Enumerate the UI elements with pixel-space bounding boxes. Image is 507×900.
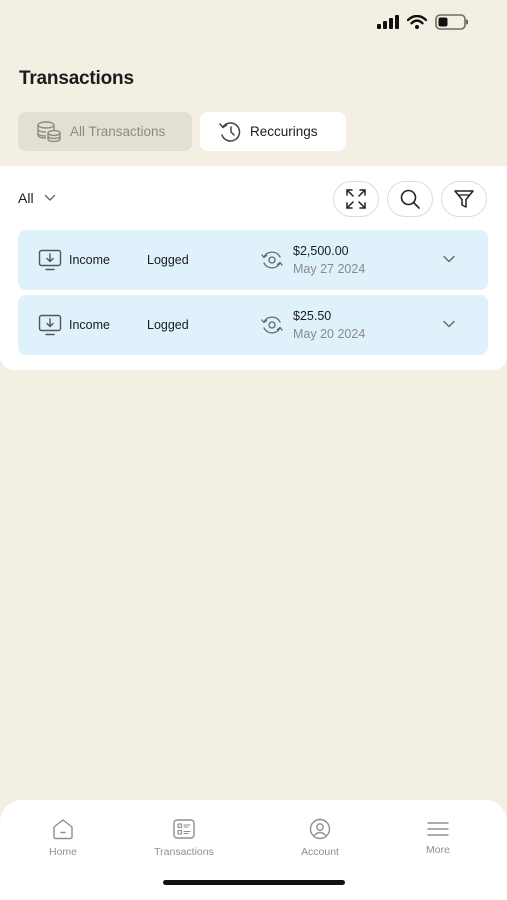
stack-coins-icon	[37, 120, 61, 142]
expand-icon	[346, 189, 366, 209]
transaction-card[interactable]: Income Logged $25.50 May 20 2024	[18, 295, 488, 355]
home-indicator	[163, 880, 345, 885]
account-icon	[309, 818, 331, 840]
nav-label-more: More	[426, 844, 450, 856]
tab-reccurings[interactable]: Reccurings	[200, 112, 346, 151]
transaction-type: Income	[69, 253, 110, 267]
menu-icon	[427, 822, 449, 836]
transaction-card[interactable]: Income Logged $2,500.00 May 27 2024	[18, 230, 488, 290]
search-icon	[400, 189, 420, 209]
income-icon	[38, 314, 62, 336]
recurring-eye-icon	[261, 316, 283, 334]
page-title: Transactions	[19, 68, 134, 89]
expand-button[interactable]	[333, 181, 379, 217]
tab-bar: All Transactions Reccurings	[18, 112, 346, 151]
transaction-amount: $25.50	[293, 309, 332, 323]
tab-all-transactions[interactable]: All Transactions	[18, 112, 192, 151]
filter-row: All	[0, 166, 507, 228]
tab-all-transactions-label: All Transactions	[70, 124, 166, 139]
nav-label-transactions: Transactions	[154, 846, 214, 858]
nav-item-account[interactable]: Account	[275, 818, 365, 858]
filter-dropdown-value: All	[18, 190, 34, 206]
transaction-amount: $2,500.00	[293, 244, 349, 258]
signal-icon	[377, 15, 399, 29]
filter-icon	[454, 190, 474, 208]
chevron-down-icon[interactable]	[442, 254, 456, 264]
transaction-date: May 20 2024	[293, 327, 366, 341]
home-icon	[53, 819, 73, 840]
filter-button[interactable]	[441, 181, 487, 217]
nav-label-account: Account	[301, 846, 339, 858]
nav-item-home[interactable]: Home	[18, 818, 108, 858]
transaction-date: May 27 2024	[293, 262, 366, 276]
filter-dropdown[interactable]: All	[18, 190, 56, 206]
wifi-icon	[407, 15, 427, 29]
chevron-down-icon	[44, 194, 55, 201]
bottom-nav: Home Transactions Account More	[0, 800, 507, 900]
nav-item-more[interactable]: More	[393, 818, 483, 856]
tab-reccurings-label: Reccurings	[250, 124, 318, 139]
chevron-down-icon[interactable]	[442, 319, 456, 329]
income-icon	[38, 249, 62, 271]
transactions-panel: All Income Logged $2,500.00 May 27 2024 …	[0, 166, 507, 370]
status-icons	[377, 14, 469, 30]
battery-icon	[435, 14, 468, 30]
recurring-eye-icon	[261, 251, 283, 269]
transaction-status: Logged	[147, 253, 189, 267]
history-icon	[219, 121, 241, 142]
status-bar	[0, 0, 507, 50]
nav-item-transactions[interactable]: Transactions	[139, 818, 229, 858]
nav-label-home: Home	[48, 846, 77, 858]
transactions-icon	[173, 819, 195, 839]
transaction-type: Income	[69, 318, 110, 332]
search-button[interactable]	[387, 181, 433, 217]
transaction-status: Logged	[147, 318, 189, 332]
